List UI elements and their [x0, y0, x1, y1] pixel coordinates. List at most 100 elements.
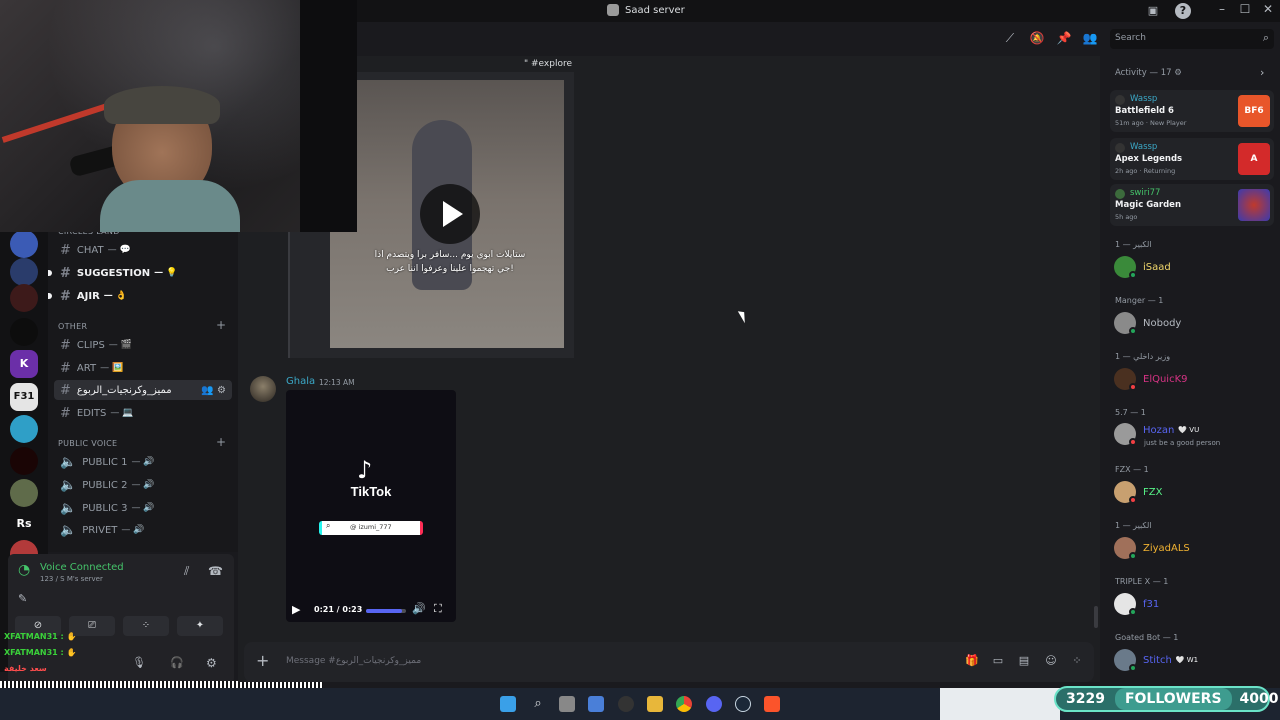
brave-icon[interactable] [764, 696, 780, 712]
search-icon[interactable]: ⌕ [530, 696, 546, 712]
role-header: 5.7 — 1 [1115, 408, 1146, 417]
steam-icon[interactable] [735, 696, 751, 712]
noise-suppression-icon[interactable]: ⫽ [184, 564, 189, 579]
channel-label: PUBLIC 3 [82, 502, 128, 514]
server-icon[interactable] [10, 447, 38, 475]
activity-card[interactable]: swiri77 Magic Garden 5h ago [1110, 184, 1274, 226]
member-item[interactable]: f31 [1114, 592, 1159, 616]
activities-button[interactable]: ⁘ [123, 616, 169, 636]
search-input[interactable]: Search ⌕ [1110, 29, 1274, 49]
channel-suggestion[interactable]: # SUGGESTION — 💡 [54, 263, 232, 283]
add-channel-icon[interactable]: + [216, 318, 226, 332]
status-dot [1129, 271, 1137, 279]
close-button[interactable]: ✕ [1258, 2, 1278, 16]
member-item[interactable]: ZiyadALS [1114, 536, 1190, 560]
voice-server[interactable]: 123 / S M's server [40, 575, 103, 583]
scrollbar-thumb[interactable] [1094, 606, 1098, 628]
chevron-right-icon[interactable]: › [1260, 66, 1264, 79]
channel-clips[interactable]: # CLIPS — 🎬 [54, 335, 232, 355]
minimize-button[interactable]: – [1212, 2, 1232, 16]
server-icon[interactable]: K [10, 350, 38, 378]
composer-placeholder[interactable]: Message #مميز_وكرنجيات_الربوع [286, 656, 421, 666]
add-channel-icon[interactable]: + [216, 435, 226, 449]
fullscreen-icon[interactable]: ⛶ [434, 602, 442, 616]
video-subtitle: جي تهجموا علينا وعرفوا اننا عرب! [386, 264, 514, 274]
member-item[interactable]: Nobody [1114, 311, 1181, 335]
channel-settings-icon[interactable]: 👥 ⚙ [201, 385, 226, 396]
play-button[interactable] [420, 184, 480, 244]
apps-icon[interactable]: ⁘ [1069, 654, 1085, 670]
member-item[interactable]: Hozan 🤍 VU just be a good person [1114, 422, 1220, 447]
voice-channel[interactable]: 🔈 PRIVET — 🔊 [54, 520, 232, 540]
obs-icon[interactable] [618, 696, 634, 712]
member-list-icon[interactable]: 👥 [1082, 31, 1098, 47]
soundboard-icon[interactable]: ✎ [18, 592, 27, 605]
headphones-icon[interactable]: 🎧 [170, 656, 184, 669]
message-composer[interactable]: + Message #مميز_وكرنجيات_الربوع 🎁 ▭ ▤ ☺ … [244, 642, 1094, 682]
video-play-icon[interactable]: ▶ [292, 603, 300, 616]
followers-goal: 4000 [1239, 691, 1279, 707]
maximize-button[interactable]: ☐ [1235, 2, 1255, 16]
voice-channel[interactable]: 🔈 PUBLIC 1— 🔊 [54, 452, 232, 472]
search-icon: ⌕ [326, 521, 331, 530]
task-view-icon[interactable] [559, 696, 575, 712]
server-icon[interactable] [10, 415, 38, 443]
volume-icon[interactable]: 🔊 [412, 602, 426, 615]
voice-channel[interactable]: 🔈 PUBLIC 3— 🔊 [54, 498, 232, 518]
activity-header[interactable]: Activity — 17 ⚙ [1115, 68, 1182, 78]
channel-art[interactable]: # ART — 🖼️ [54, 358, 232, 378]
activity-card[interactable]: Wassp Battlefield 6 51m ago · New Player… [1110, 90, 1274, 132]
mic-icon[interactable]: 🎙 [132, 656, 146, 669]
chat-area: ⟋ 🔕 📌 👥 " #explore ستايلات ابوي يوم ...س… [238, 22, 1100, 682]
pin-icon[interactable]: 📌 [1056, 31, 1072, 47]
disconnect-icon[interactable]: ☎ [208, 564, 223, 578]
stream-chat-line: XFATMAN31 : ✋ [4, 648, 77, 657]
server-icon[interactable] [10, 258, 38, 286]
start-icon[interactable] [500, 696, 516, 712]
server-icon[interactable] [10, 318, 38, 346]
channel-label: EDITS [76, 407, 107, 419]
activity-card[interactable]: Wassp Apex Legends 2h ago · Returning A [1110, 138, 1274, 180]
soundboard-button[interactable]: ✦ [177, 616, 223, 636]
voice-channel[interactable]: 🔈 PUBLIC 2— 🔊 [54, 475, 232, 495]
help-icon[interactable]: ? [1175, 3, 1191, 19]
channel-ajir[interactable]: # AJIR — 👌 [54, 286, 232, 306]
server-icon[interactable] [10, 230, 38, 258]
sticker-icon[interactable]: ▤ [1016, 654, 1032, 670]
server-icon[interactable] [10, 479, 38, 507]
activity-user: swiri77 [1130, 188, 1161, 198]
gift-icon[interactable]: 🎁 [964, 654, 980, 670]
webcam-overlay [0, 0, 357, 232]
hash-icon: # [60, 360, 71, 376]
inbox-icon[interactable]: ▣ [1145, 3, 1161, 19]
member-name: Hozan [1143, 424, 1175, 436]
server-icon[interactable]: F31 [10, 383, 38, 411]
emoji-icon[interactable]: ☺ [1043, 654, 1059, 670]
settings-icon[interactable]: ⚙ [206, 656, 217, 670]
member-item[interactable]: ElQuicK9 [1114, 367, 1188, 391]
category-label[interactable]: OTHER [58, 322, 87, 331]
add-attachment-icon[interactable]: + [256, 651, 269, 670]
server-icon[interactable] [10, 284, 38, 312]
file-explorer-icon[interactable] [647, 696, 663, 712]
category-label[interactable]: PUBLIC VOICE [58, 439, 117, 448]
tiktok-video-embed[interactable]: ♪ TikTok ⌕ @ izumi_777 ▶ 0:21 / 0:23 🔊 ⛶ [286, 390, 456, 622]
member-item[interactable]: iSaad [1114, 255, 1171, 279]
widgets-icon[interactable] [588, 696, 604, 712]
message-timestamp: 12:13 AM [319, 378, 355, 387]
channel-edits[interactable]: # EDITS — 💻 [54, 403, 232, 423]
member-item[interactable]: Stitch 🤍 W1 [1114, 648, 1198, 672]
voice-status[interactable]: Voice Connected [40, 562, 124, 573]
avatar[interactable] [250, 376, 276, 402]
channel-chat[interactable]: # CHAT — 💬 [54, 240, 232, 260]
message-author[interactable]: Ghala [286, 376, 315, 387]
mute-icon[interactable]: 🔕 [1029, 31, 1045, 47]
channel-selected[interactable]: # مميز_وكرنجيات_الربوع 👥 ⚙ [54, 380, 232, 400]
chrome-icon[interactable] [676, 696, 692, 712]
server-icon[interactable]: Rs [10, 510, 38, 538]
gif-icon[interactable]: ▭ [990, 654, 1006, 670]
discord-icon[interactable] [706, 696, 722, 712]
threads-icon[interactable]: ⟋ [1002, 31, 1018, 47]
video-seekbar[interactable] [366, 609, 406, 613]
member-item[interactable]: FZX [1114, 480, 1162, 504]
